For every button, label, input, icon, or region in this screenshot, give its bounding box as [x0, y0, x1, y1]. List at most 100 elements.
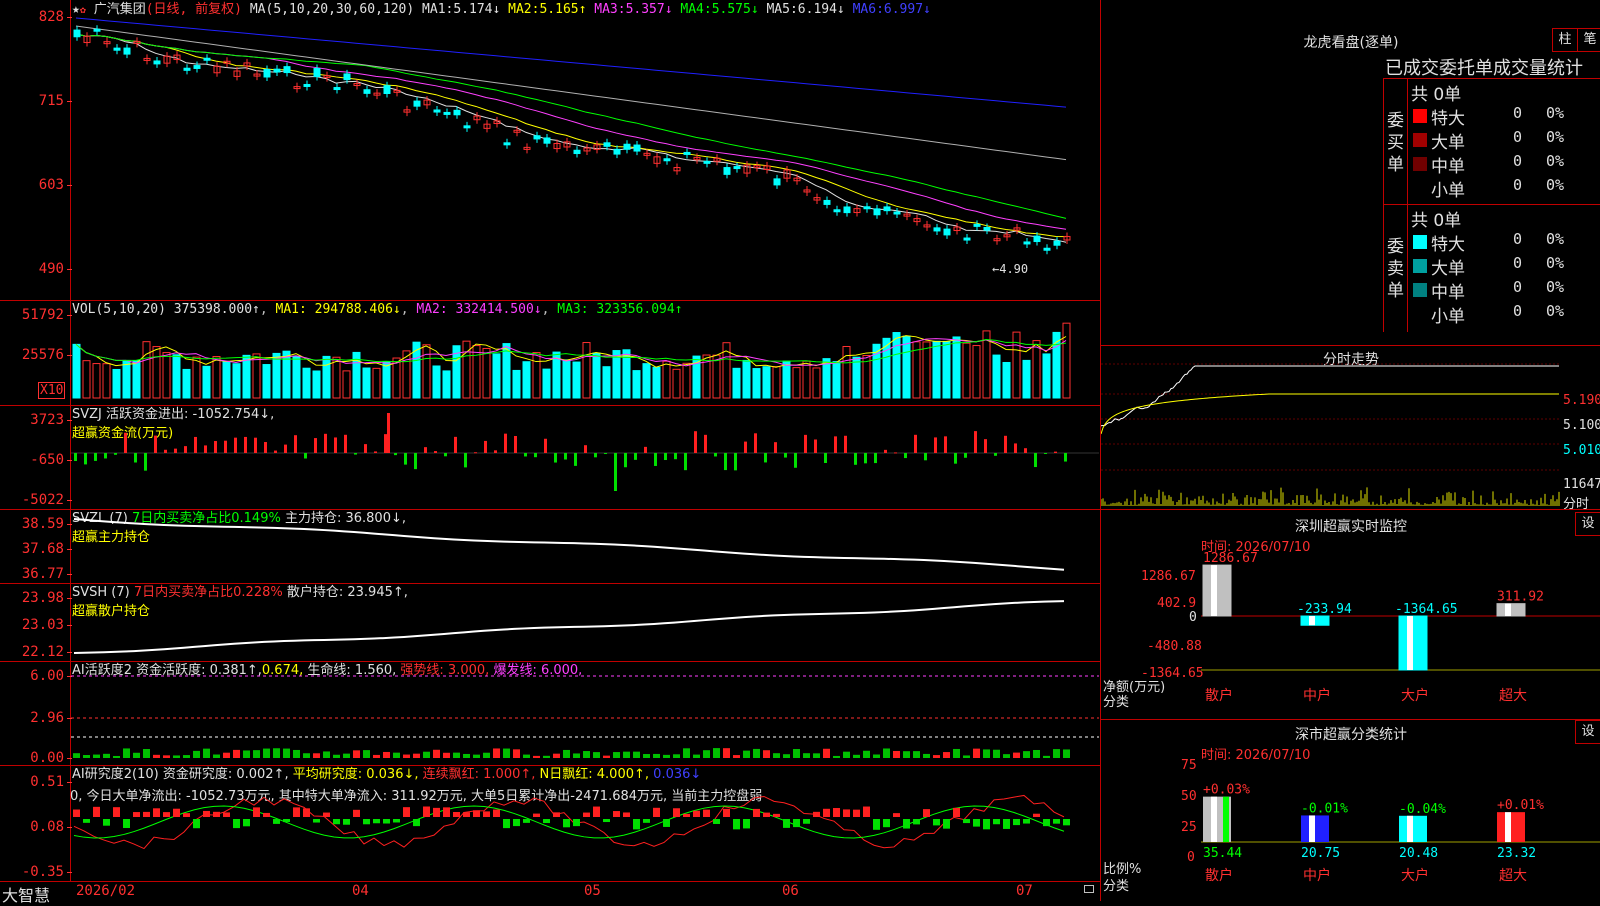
activity-bar [733, 755, 740, 758]
kline-chart[interactable] [71, 0, 1099, 299]
intraday-chart[interactable] [1101, 346, 1561, 510]
volume-bar [362, 367, 371, 399]
volume-bar [992, 354, 1001, 399]
research-bar [1013, 819, 1020, 826]
research-bar [573, 819, 580, 827]
candle [1043, 247, 1051, 251]
y-tick: 6.00 [30, 668, 72, 684]
ai-activity-chart[interactable] [71, 661, 1099, 764]
flow-bar [1064, 453, 1067, 462]
flow-bar [494, 450, 497, 453]
svzj-chart[interactable] [71, 405, 1099, 508]
column-mode-button[interactable]: 柱 [1552, 28, 1578, 52]
research-bar [323, 812, 330, 817]
flow-bar [1004, 435, 1007, 453]
flow-bar [234, 437, 237, 453]
svzl-chart[interactable] [71, 509, 1099, 582]
kline-panel[interactable]: 828 715 603 490 ★✿ 广汽集团(日线, 前复权) MA(5,10… [0, 0, 1100, 301]
candle [503, 142, 511, 146]
lock-icon[interactable] [1084, 885, 1094, 893]
volume-bar [492, 353, 501, 399]
research-bar [833, 808, 840, 817]
activity-bar [443, 752, 450, 758]
activity-bar [363, 750, 370, 758]
volume-bar [152, 346, 161, 399]
intraday-panel[interactable]: 分时走势 5.190 5.100 5.010 11647 分时 [1100, 345, 1600, 512]
activity-bar [683, 748, 690, 758]
ratio-value-label: 20.75 [1301, 846, 1340, 861]
flow-bar [964, 453, 967, 458]
research-bar [493, 809, 500, 817]
candle [873, 208, 881, 216]
lhb-divider [1383, 78, 1600, 79]
volume-bar [762, 366, 771, 399]
order-color-swatch [1413, 259, 1427, 273]
svsh-y-axis: 23.98 23.03 22.12 [0, 583, 73, 661]
order-count: 0 [1513, 278, 1523, 296]
candle [573, 149, 581, 155]
y-tick: 23.98 [21, 590, 73, 606]
flow-bar [744, 441, 747, 453]
flow-bar [684, 453, 687, 471]
research-bar [723, 808, 730, 817]
candle [183, 67, 191, 71]
research-bar [523, 819, 530, 823]
flow-bar [364, 444, 367, 453]
volume-chart[interactable] [71, 300, 1099, 404]
candle [413, 100, 421, 107]
candle [943, 228, 951, 236]
research-bar [673, 808, 680, 817]
flow-bar [164, 449, 167, 453]
volume-panel[interactable]: 51792 25576 X10 VOL(5,10,20) 375398.000↑… [0, 300, 1100, 406]
research-bar [233, 819, 240, 829]
svzl-panel[interactable]: 38.59 37.68 36.77 SVZL (7) 7日内买卖净占比0.149… [0, 509, 1100, 584]
research-bar [443, 807, 450, 817]
research-bar [223, 812, 230, 817]
volume-bar [252, 353, 261, 399]
flow-bar [474, 452, 477, 454]
ai-research-panel[interactable]: 0.51 0.08 -0.35 AI研究度2(10) 资金研究度: 0.002↑… [0, 765, 1100, 881]
svsh-panel[interactable]: 23.98 23.03 22.12 SVSH (7) 7日内买卖净占比0.228… [0, 583, 1100, 662]
flow-bar [954, 453, 957, 464]
order-count: 0 [1513, 152, 1523, 170]
volume-bar [422, 344, 431, 399]
order-count: 0 [1513, 104, 1523, 122]
research-bar [773, 813, 780, 817]
activity-bar [383, 751, 390, 758]
svsh-chart[interactable] [71, 583, 1099, 660]
research-bar [263, 812, 270, 817]
volume-bar [572, 361, 581, 399]
research-bar [403, 807, 410, 817]
flow-bar [114, 453, 117, 455]
research-bar [813, 811, 820, 817]
volume-bar [752, 368, 761, 399]
lhb-vline2 [1407, 78, 1408, 332]
holding-line [73, 518, 1065, 571]
ratio-delta-label: -0.04% [1399, 802, 1446, 817]
volume-bar [1042, 353, 1051, 399]
y-tick: 0.00 [30, 750, 72, 766]
stats-y-tick: 75 [1181, 758, 1197, 773]
volume-bar [372, 367, 381, 399]
ai-research-chart[interactable] [71, 765, 1099, 881]
y-tick: -650 [30, 452, 72, 468]
flow-bar [324, 433, 327, 453]
flow-bar [524, 453, 527, 457]
volume-bar [222, 361, 231, 399]
order-color-swatch [1413, 109, 1427, 123]
flow-bar [894, 452, 897, 454]
flow-bar [1054, 451, 1057, 453]
y-tick: 828 [38, 9, 73, 25]
research-bar [163, 812, 170, 817]
volume-bar [802, 360, 811, 399]
flow-bar [614, 453, 617, 491]
tick-mode-button[interactable]: 笔 [1577, 28, 1600, 52]
volume-bar [522, 361, 531, 399]
ratio-delta-label: +0.03% [1203, 783, 1250, 798]
net-bar-highlight [1309, 616, 1315, 626]
svzj-panel[interactable]: 3723 -650 -5022 SVZJ 活跃资金进出: -1052.754↓,… [0, 405, 1100, 510]
volume-bar [232, 363, 241, 399]
order-pct: 0% [1546, 176, 1565, 194]
ai-activity-panel[interactable]: 6.00 2.96 0.00 AI活跃度2 资金活跃度: 0.381↑,0.67… [0, 661, 1100, 766]
volume-bar [272, 352, 281, 399]
